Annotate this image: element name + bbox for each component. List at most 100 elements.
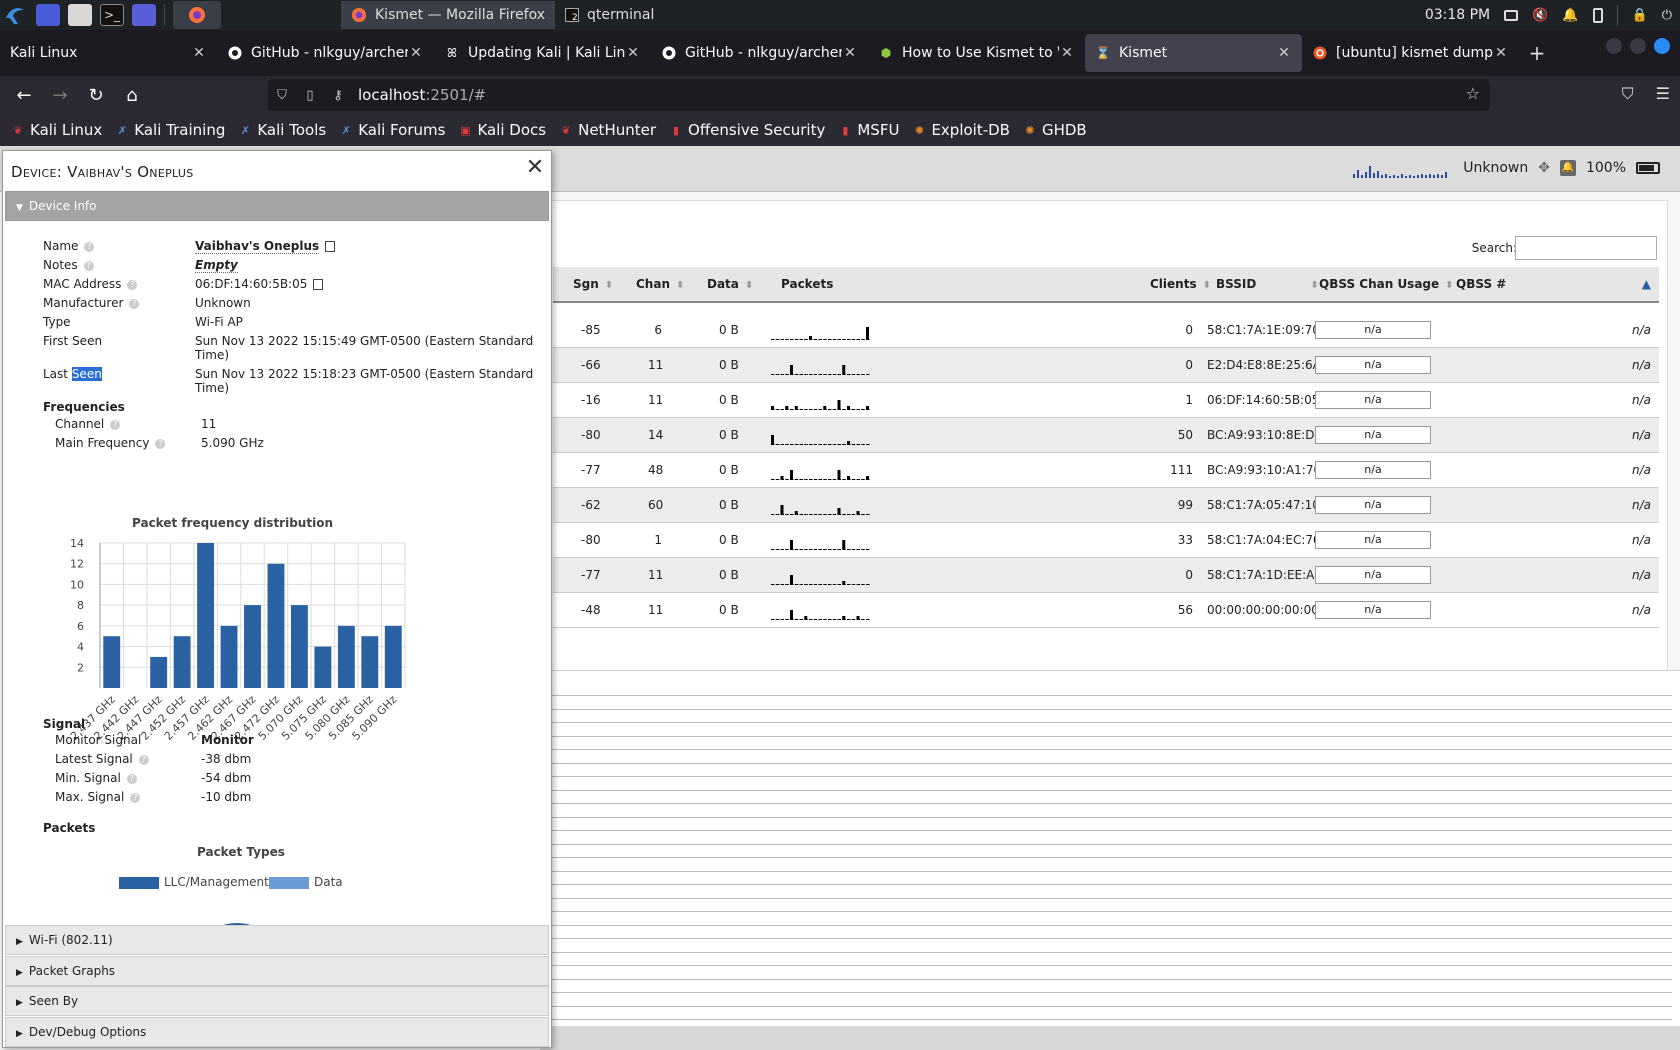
column-qbss-num[interactable]: QBSS #	[1456, 277, 1506, 291]
column-data[interactable]: Data ⬍	[707, 277, 753, 291]
column-sgn[interactable]: Sgn ⬍	[573, 277, 613, 291]
close-icon[interactable]: ✕	[1059, 45, 1075, 61]
table-row[interactable]: -16 11 0 B 1 06:DF:14:60:5B:05 n/a n/a	[553, 383, 1659, 418]
close-icon[interactable]: ✕	[1276, 45, 1292, 61]
section-device-info[interactable]: ▼ Device Info	[5, 191, 549, 221]
tab-kismet[interactable]: ⌛ Kismet ✕	[1085, 34, 1302, 72]
lock-icon[interactable]: 🔒	[1632, 8, 1648, 23]
close-icon[interactable]: ✕	[1493, 45, 1509, 61]
column-clients[interactable]: Clients ⬍	[1150, 277, 1211, 291]
help-icon[interactable]: ?	[127, 279, 138, 290]
table-row[interactable]: -48 11 0 B 56 00:00:00:00:00:00 n/a n/a	[553, 593, 1659, 628]
table-row[interactable]: -66 11 0 B 0 E2:D4:E8:8E:25:6A n/a n/a	[553, 348, 1659, 383]
tab-github-archer-2[interactable]: GitHub - nlkguy/archer-t ✕	[651, 34, 868, 72]
bookmark-nethunter[interactable]: ❦ NetHunter	[558, 121, 657, 139]
maximize-button[interactable]	[1630, 38, 1646, 54]
column-qbss-chan-usage[interactable]: QBSS Chan Usage ⬍	[1319, 277, 1454, 291]
column-bssid[interactable]: BSSID ⬍	[1216, 277, 1319, 291]
notes-value[interactable]: Empty	[195, 258, 238, 273]
copy-icon[interactable]	[313, 279, 324, 290]
window-button-qterminal[interactable]: 2 qterminal	[555, 1, 664, 29]
mute-icon[interactable]: 🔇	[1532, 8, 1548, 23]
bookmark-star-icon[interactable]: ☆	[1466, 84, 1480, 103]
help-icon[interactable]: ?	[83, 260, 94, 271]
column-packets[interactable]: Packets	[781, 277, 833, 291]
copy-icon[interactable]	[325, 241, 336, 252]
close-icon[interactable]: ✕	[408, 45, 424, 61]
key-icon[interactable]: ⚷	[324, 88, 352, 103]
bookmark-exploit-db[interactable]: ✺ Exploit-DB	[911, 121, 1010, 139]
tab-kali-linux[interactable]: Kali Linux ✕	[0, 34, 217, 72]
table-row[interactable]: -80 14 0 B 50 BC:A9:93:10:8E:D0 n/a n/a	[553, 418, 1659, 453]
help-icon[interactable]: ?	[138, 754, 149, 765]
bookmark-kali-forums[interactable]: ✗ Kali Forums	[338, 121, 446, 139]
screen-recorder-icon[interactable]	[132, 4, 156, 26]
sparkline-baseline	[771, 514, 775, 515]
bookmark-kali-docs[interactable]: ▣ Kali Docs	[457, 121, 546, 139]
bookmark-kali-training[interactable]: ✗ Kali Training	[114, 121, 226, 139]
battery-icon[interactable]	[1592, 7, 1603, 23]
sparkline-bar	[837, 508, 841, 514]
close-icon[interactable]: ✕	[191, 45, 207, 61]
tab-ubuntu-kismet-dump[interactable]: [ubuntu] kismet dump fi ✕	[1302, 34, 1519, 72]
bookmark-ghdb[interactable]: ✺ GHDB	[1022, 121, 1086, 139]
clock[interactable]: 03:18 PM	[1425, 7, 1490, 23]
table-row[interactable]: -85 6 0 B 0 58:C1:7A:1E:09:70 n/a n/a	[553, 313, 1659, 348]
section-seen-by[interactable]: ▶ Seen By	[5, 986, 549, 1016]
notification-bell-icon[interactable]: 🔔	[1562, 8, 1578, 23]
gps-status[interactable]: Unknown	[1463, 160, 1528, 176]
tab-github-archer[interactable]: GitHub - nlkguy/archer-t ✕	[217, 34, 434, 72]
kali-menu-icon[interactable]	[2, 2, 28, 28]
table-row[interactable]: -62 60 0 B 99 58:C1:7A:05:47:10 n/a n/a	[553, 488, 1659, 523]
search-input[interactable]	[1515, 236, 1657, 260]
value-text[interactable]: Vaibhav's Oneplus	[195, 239, 320, 254]
page-icon[interactable]: ▯	[296, 88, 324, 103]
close-icon[interactable]: ✕	[625, 45, 641, 61]
firefox-launcher-icon[interactable]	[173, 1, 221, 29]
display-icon[interactable]	[1504, 9, 1519, 21]
table-row[interactable]: -77 48 0 B 111 BC:A9:93:10:A1:70 n/a n/a	[553, 453, 1659, 488]
window-button-firefox[interactable]: Kismet — Mozilla Firefox	[341, 1, 556, 29]
file-manager-icon[interactable]	[68, 4, 92, 26]
help-icon[interactable]: ?	[84, 241, 95, 252]
column-chan[interactable]: Chan ⬍	[636, 277, 684, 291]
bookmark-kali-tools[interactable]: ✗ Kali Tools	[237, 121, 326, 139]
gps-crosshair-icon[interactable]: ✥	[1538, 160, 1550, 176]
help-icon[interactable]: ?	[129, 298, 140, 309]
help-icon[interactable]: ?	[110, 419, 121, 430]
value-text[interactable]: Empty	[195, 258, 238, 273]
power-icon[interactable]: ⏻	[1662, 8, 1672, 23]
bookmark-offensive-security[interactable]: ▮ Offensive Security	[668, 121, 825, 139]
close-icon[interactable]: ✕	[842, 45, 858, 61]
mac-value: 06:DF:14:60:5B:05	[195, 277, 324, 291]
table-row[interactable]: -80 1 0 B 33 58:C1:7A:04:EC:70 n/a n/a	[553, 523, 1659, 558]
url-bar[interactable]: ⛉ ▯ ⚷ localhost:2501/# ☆	[268, 79, 1490, 111]
sort-ascending-icon[interactable]: ▲	[1642, 277, 1651, 291]
close-dialog-button[interactable]: ✕	[523, 157, 547, 181]
forward-button[interactable]: →	[42, 85, 78, 106]
section-packet-graphs[interactable]: ▶ Packet Graphs	[5, 956, 549, 986]
help-icon[interactable]: ?	[130, 792, 141, 803]
home-button[interactable]: ⌂	[114, 85, 150, 106]
workspace-icon[interactable]	[36, 4, 60, 26]
terminal-icon[interactable]: >_	[100, 4, 124, 26]
pocket-icon[interactable]: ⛉	[1622, 84, 1634, 104]
name-value[interactable]: Vaibhav's Oneplus	[195, 239, 336, 254]
menu-icon[interactable]: ☰	[1656, 84, 1670, 104]
back-button[interactable]: ←	[6, 85, 42, 106]
new-tab-button[interactable]: +	[1519, 41, 1555, 65]
help-icon[interactable]: ?	[155, 438, 166, 449]
bookmark-kali-linux[interactable]: ❦ Kali Linux	[10, 121, 102, 139]
reload-button[interactable]: ↻	[78, 85, 114, 106]
minimize-button[interactable]	[1606, 38, 1622, 54]
alerts-bell-icon[interactable]: 🔔	[1559, 160, 1576, 176]
tab-updating-kali[interactable]: ꕤ Updating Kali | Kali Linux✕	[434, 34, 651, 72]
bookmark-msfu[interactable]: ▮ MSFU	[837, 121, 899, 139]
section-wifi[interactable]: ▶ Wi-Fi (802.11)	[5, 925, 549, 955]
tab-how-to-use-kismet[interactable]: ⬢ How to Use Kismet to W ✕	[868, 34, 1085, 72]
table-row[interactable]: -77 11 0 B 0 58:C1:7A:1D:EE:A0 n/a n/a	[553, 558, 1659, 593]
close-window-button[interactable]	[1654, 38, 1670, 54]
help-icon[interactable]: ?	[126, 773, 137, 784]
section-dev-debug[interactable]: ▶ Dev/Debug Options	[5, 1017, 549, 1047]
shield-icon[interactable]: ⛉	[268, 88, 296, 103]
